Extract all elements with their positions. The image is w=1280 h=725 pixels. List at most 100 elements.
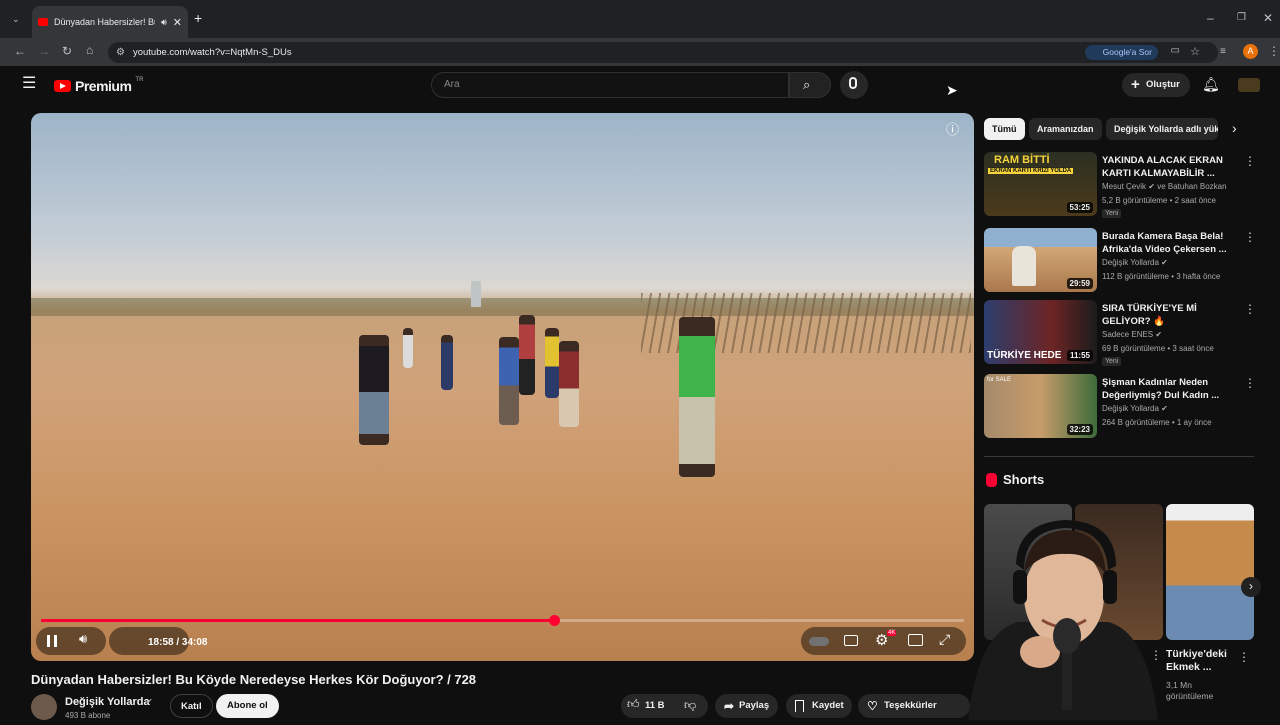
close-tab-icon[interactable]: ✕ (173, 16, 182, 29)
child-figure (359, 335, 389, 445)
channel-name[interactable]: Sadece ENES ✔︎ (1102, 330, 1162, 339)
subscriber-count: 493 B abone (65, 711, 111, 720)
more-options-icon[interactable]: ⋮ (1150, 648, 1162, 662)
minimize-icon[interactable]: – (1207, 12, 1214, 24)
reload-icon[interactable]: ↻ (62, 45, 72, 57)
video-thumbnail[interactable]: 29:59 (984, 228, 1097, 292)
google-sor-button[interactable]: Google'a Sor (1084, 45, 1158, 60)
verified-icon: ✔︎ (146, 697, 153, 706)
more-options-icon[interactable]: ⋮ (1244, 230, 1256, 244)
channel-name[interactable]: Değişik Yollarda (65, 696, 150, 708)
back-icon[interactable]: ← (14, 45, 26, 57)
short-views: 3,1 Mn görüntüleme (1166, 680, 1214, 701)
tab-list-icon[interactable]: ⌄ (12, 13, 20, 25)
video-title[interactable]: Burada Kamera Başa Bela! Afrika'da Video… (1102, 230, 1230, 256)
maximize-icon[interactable]: ❐ (1237, 12, 1246, 24)
forward-icon[interactable]: → (38, 45, 50, 57)
video-player[interactable]: ⓘ 🔊︎ 18:58 / 34:08 ⚙︎ 4K ⤢ (31, 113, 974, 661)
install-app-icon[interactable]: ▭ (1171, 45, 1180, 56)
google-sor-label: Google'a Sor (1102, 47, 1152, 57)
home-icon[interactable]: ⌂ (86, 44, 93, 56)
channel-name-primary: Değişik Yollarda (1102, 258, 1159, 267)
video-title[interactable]: YAKINDA ALACAK EKRAN KARTI KALMAYABİLİR … (1102, 154, 1230, 180)
list-item[interactable]: TÜRKİYE HEDE 11:55 SIRA TÜRKİYE'YE Mİ GE… (984, 300, 1256, 368)
like-icon[interactable]: 👍︎ (627, 697, 640, 712)
video-meta: 69 B görüntüleme • 3 saat önce (1102, 344, 1214, 353)
fullscreen-icon[interactable]: ⤢ (939, 631, 950, 648)
search-button[interactable]: ⌕ (789, 72, 831, 98)
channel-name[interactable]: Mesut Çevik ✔︎ ve Batuhan Bozkan (1102, 182, 1227, 191)
subtitles-icon[interactable] (844, 635, 858, 646)
child-figure (499, 337, 519, 425)
youtube-header: ☰ Premium TR Ara ⌕ ➤ + Oluştur 🔔︎ (0, 66, 1280, 106)
progress-bar[interactable] (41, 615, 964, 626)
chips-next-icon[interactable]: › (1232, 120, 1237, 136)
video-title[interactable]: SIRA TÜRKİYE'YE Mİ GELİYOR? 🔥 (1102, 302, 1230, 328)
channel-name[interactable]: Değişik Yollarda ✔︎ (1102, 404, 1168, 413)
profile-avatar[interactable]: A (1243, 44, 1258, 59)
create-button[interactable]: + Oluştur (1122, 73, 1190, 97)
channel-name-primary: Sadece ENES (1102, 330, 1154, 339)
video-thumbnail[interactable]: for SALE 32:23 (984, 374, 1097, 438)
channel-avatar-small[interactable] (31, 694, 57, 720)
thanks-label: Teşekkürler (884, 700, 937, 711)
join-button[interactable]: Katıl (170, 694, 213, 718)
browser-toolbar: ← → ↻ ⌂ ⚙︎ youtube.com/watch?v=NqtMn-S_D… (0, 38, 1280, 66)
more-options-icon[interactable]: ⋮ (1238, 650, 1250, 664)
section-divider (984, 456, 1254, 457)
autoplay-toggle[interactable] (809, 637, 829, 646)
progress-scrubber[interactable] (549, 615, 561, 626)
thumbnail-subtext: for SALE (987, 377, 1012, 383)
channel-avatar[interactable] (1238, 78, 1260, 92)
pause-icon[interactable] (47, 635, 57, 647)
duration-badge: 32:23 (1066, 424, 1093, 435)
more-options-icon[interactable]: ⋮ (1244, 302, 1256, 316)
new-tab-icon[interactable]: + (194, 11, 202, 25)
dislike-icon[interactable]: 👎︎ (684, 698, 696, 713)
save-button[interactable]: Kaydet (786, 694, 852, 718)
chip-channel[interactable]: Değişik Yollarda adlı yük (1106, 118, 1218, 140)
short-card[interactable] (1166, 504, 1254, 640)
notifications-bell-icon[interactable]: 🔔︎ (1202, 77, 1220, 91)
browser-tab[interactable]: Dünyadan Habersizler! Bu K 🔊︎ ✕ (32, 6, 188, 38)
speaker-icon: 🔊︎ (161, 16, 167, 27)
reading-list-icon[interactable]: ≡ (1220, 46, 1226, 58)
channel-name[interactable]: Değişik Yollarda ✔︎ (1102, 258, 1168, 267)
close-window-icon[interactable]: ✕ (1263, 12, 1273, 24)
search-input[interactable]: Ara (431, 72, 789, 98)
share-button[interactable]: ➦ Paylaş (715, 694, 778, 718)
volume-icon[interactable]: 🔊︎ (79, 631, 87, 647)
mouse-cursor-icon: ➤ (946, 82, 958, 98)
list-item[interactable]: RAM BİTTİ EKRAN KARTI KRİZİ YOLDA 53:25 … (984, 152, 1256, 220)
youtube-premium-logo[interactable]: Premium TR (54, 77, 143, 94)
list-item[interactable]: for SALE 32:23 Şişman Kadınlar Neden Değ… (984, 374, 1256, 442)
address-bar[interactable]: ⚙︎ youtube.com/watch?v=NqtMn-S_DUs Googl… (108, 42, 1218, 63)
chip-all[interactable]: Tümü (984, 118, 1025, 140)
subscribe-button[interactable]: Abone ol (216, 694, 279, 718)
shorts-next-button[interactable]: › (1241, 577, 1261, 597)
video-info-icon[interactable]: ⓘ (946, 123, 959, 136)
duration-badge: 53:25 (1066, 202, 1093, 213)
child-figure (403, 328, 413, 368)
short-title[interactable]: Türkiye'deki Ekmek ... (1166, 648, 1236, 674)
hamburger-menu-icon[interactable]: ☰ (22, 76, 36, 92)
video-thumbnail[interactable]: RAM BİTTİ EKRAN KARTI KRİZİ YOLDA 53:25 (984, 152, 1097, 216)
site-info-icon[interactable]: ⚙︎ (116, 47, 125, 58)
list-item[interactable]: 29:59 Burada Kamera Başa Bela! Afrika'da… (984, 228, 1256, 296)
bookmark-star-icon[interactable]: ☆ (1190, 45, 1200, 58)
miniplayer-icon[interactable] (908, 634, 923, 646)
chip-from-search[interactable]: Aramanızdan (1029, 118, 1102, 140)
tab-title: Dünyadan Habersizler! Bu K (54, 17, 155, 27)
progress-fill (41, 619, 555, 622)
more-options-icon[interactable]: ⋮ (1244, 154, 1256, 168)
thanks-button[interactable]: ♡ Teşekkürler (858, 694, 970, 718)
video-thumbnail[interactable]: TÜRKİYE HEDE 11:55 (984, 300, 1097, 364)
video-title[interactable]: Şişman Kadınlar Neden Değerliymiş? Dul K… (1102, 376, 1230, 402)
voice-search-button[interactable] (840, 71, 868, 99)
webcam-overlay (958, 512, 1158, 720)
more-options-icon[interactable]: ⋮ (1244, 376, 1256, 390)
url-text: youtube.com/watch?v=NqtMn-S_DUs (132, 47, 292, 58)
plus-icon: + (1131, 76, 1140, 93)
video-meta: 5,2 B görüntüleme • 2 saat önce (1102, 196, 1216, 205)
browser-menu-icon[interactable]: ⋮ (1268, 45, 1280, 57)
